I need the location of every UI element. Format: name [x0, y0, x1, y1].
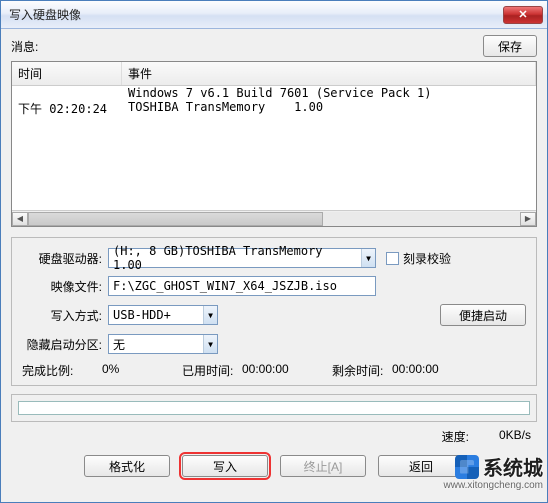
verify-label: 刻录校验 — [403, 250, 451, 267]
elapsed-label: 已用时间: — [182, 362, 242, 379]
progress-group — [11, 394, 537, 422]
window-title: 写入硬盘映像 — [9, 6, 503, 23]
speed-row: 速度: 0KB/s — [11, 428, 537, 445]
done-value: 0% — [102, 362, 182, 379]
close-button[interactable]: ✕ — [503, 6, 543, 24]
chevron-down-icon: ▼ — [361, 249, 375, 267]
title-bar: 写入硬盘映像 ✕ — [1, 1, 547, 29]
quick-boot-button[interactable]: 便捷启动 — [440, 304, 526, 326]
verify-checkbox[interactable]: 刻录校验 — [386, 250, 451, 267]
stats-row: 完成比例: 0% 已用时间: 00:00:00 剩余时间: 00:00:00 — [22, 362, 526, 379]
row-mode: 写入方式: USB-HDD+ ▼ 便捷启动 — [22, 304, 526, 326]
checkbox-box — [386, 252, 399, 265]
save-button[interactable]: 保存 — [483, 35, 537, 57]
log-event: Windows 7 v6.1 Build 7601 (Service Pack … — [122, 86, 536, 100]
scroll-left-icon[interactable]: ◀ — [12, 212, 28, 226]
row-hidden: 隐藏启动分区: 无 ▼ — [22, 334, 526, 354]
close-icon: ✕ — [518, 8, 527, 21]
messages-row: 消息: 保存 — [11, 35, 537, 57]
write-button[interactable]: 写入 — [182, 455, 268, 477]
button-row: 格式化 写入 终止[A] 返回 系统城 www.xitongcheng.com — [11, 455, 537, 477]
mode-value: USB-HDD+ — [113, 308, 171, 322]
log-time: 下午 02:20:24 — [12, 100, 122, 117]
log-event: TOSHIBA TransMemory 1.00 — [122, 100, 536, 117]
form-group: 硬盘驱动器: (H:, 8 GB)TOSHIBA TransMemory 1.0… — [11, 237, 537, 386]
remain-label: 剩余时间: — [332, 362, 392, 379]
progress-bar — [18, 401, 530, 415]
chevron-down-icon: ▼ — [203, 335, 217, 353]
column-time[interactable]: 时间 — [12, 62, 122, 85]
abort-button[interactable]: 终止[A] — [280, 455, 366, 477]
dialog-window: 写入硬盘映像 ✕ 消息: 保存 时间 事件 Windows 7 v6.1 Bui… — [0, 0, 548, 503]
messages-label: 消息: — [11, 38, 483, 55]
elapsed-value: 00:00:00 — [242, 362, 332, 379]
horizontal-scrollbar[interactable]: ◀ ▶ — [12, 210, 536, 226]
scroll-thumb[interactable] — [28, 212, 323, 226]
watermark: 系统城 www.xitongcheng.com — [455, 452, 543, 481]
mode-label: 写入方式: — [22, 307, 108, 324]
scroll-track[interactable] — [28, 212, 520, 226]
column-event[interactable]: 事件 — [122, 62, 536, 85]
format-button[interactable]: 格式化 — [84, 455, 170, 477]
drive-combo[interactable]: (H:, 8 GB)TOSHIBA TransMemory 1.00 ▼ — [108, 248, 376, 268]
log-row: Windows 7 v6.1 Build 7601 (Service Pack … — [12, 86, 536, 100]
watermark-brand: 系统城 — [483, 452, 543, 481]
speed-value: 0KB/s — [499, 428, 531, 445]
log-body: Windows 7 v6.1 Build 7601 (Service Pack … — [12, 86, 536, 210]
row-image: 映像文件: — [22, 276, 526, 296]
log-header: 时间 事件 — [12, 62, 536, 86]
chevron-down-icon: ▼ — [203, 306, 217, 324]
done-label: 完成比例: — [22, 362, 102, 379]
hidden-value: 无 — [113, 336, 125, 353]
speed-label: 速度: — [442, 428, 469, 445]
log-row: 下午 02:20:24 TOSHIBA TransMemory 1.00 — [12, 100, 536, 117]
image-label: 映像文件: — [22, 278, 108, 295]
drive-label: 硬盘驱动器: — [22, 250, 108, 267]
back-button[interactable]: 返回 — [378, 455, 464, 477]
scroll-right-icon[interactable]: ▶ — [520, 212, 536, 226]
drive-value: (H:, 8 GB)TOSHIBA TransMemory 1.00 — [113, 244, 357, 272]
content-area: 消息: 保存 时间 事件 Windows 7 v6.1 Build 7601 (… — [1, 29, 547, 502]
log-panel: 时间 事件 Windows 7 v6.1 Build 7601 (Service… — [11, 61, 537, 227]
image-path-input[interactable] — [108, 276, 376, 296]
remain-value: 00:00:00 — [392, 362, 439, 379]
hidden-combo[interactable]: 无 ▼ — [108, 334, 218, 354]
watermark-url: www.xitongcheng.com — [444, 480, 544, 491]
mode-combo[interactable]: USB-HDD+ ▼ — [108, 305, 218, 325]
log-time — [12, 86, 122, 100]
hidden-label: 隐藏启动分区: — [22, 336, 108, 353]
row-drive: 硬盘驱动器: (H:, 8 GB)TOSHIBA TransMemory 1.0… — [22, 248, 526, 268]
